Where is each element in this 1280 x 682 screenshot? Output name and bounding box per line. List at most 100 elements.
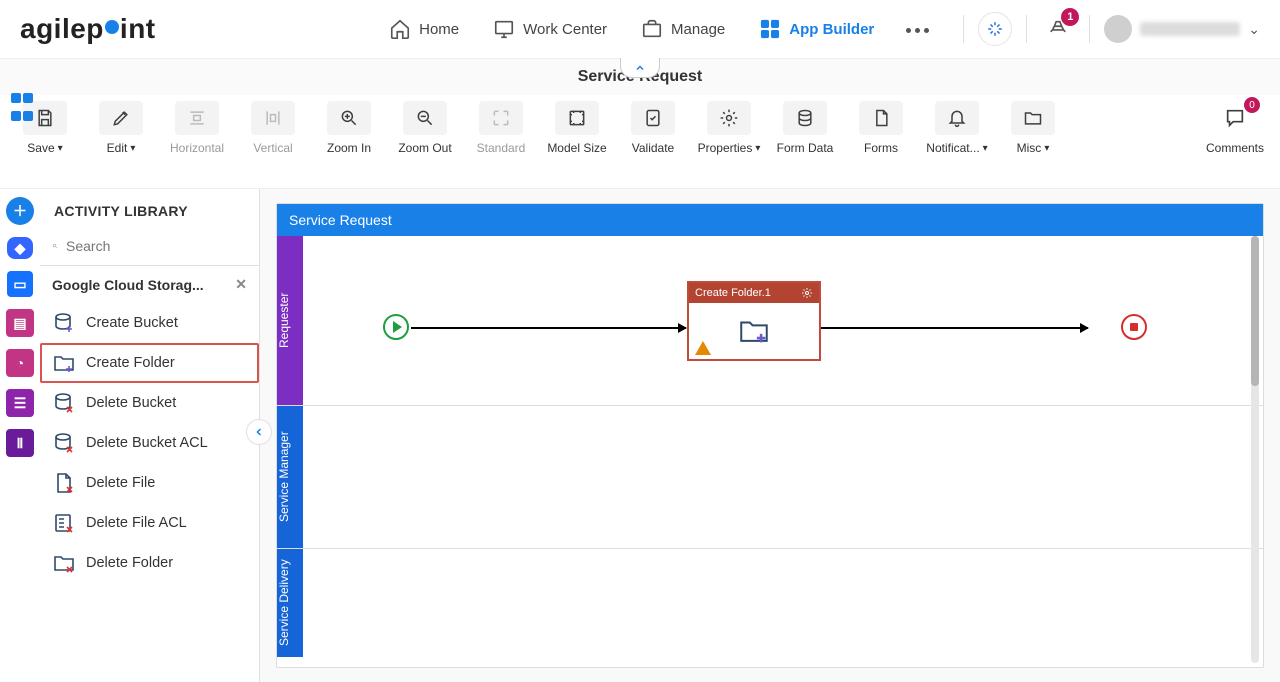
search-input[interactable] bbox=[66, 238, 247, 254]
activity-delete-file[interactable]: Delete File bbox=[40, 463, 259, 503]
swimlane-service-delivery[interactable]: Service Delivery bbox=[277, 549, 1263, 657]
tool-standard[interactable]: Standard bbox=[466, 101, 536, 155]
notifications-badge: 1 bbox=[1061, 8, 1079, 26]
activity-node-header: Create Folder.1 bbox=[689, 283, 819, 303]
nav-app-builder[interactable]: App Builder bbox=[745, 10, 888, 48]
sidebar-title: ACTIVITY LIBRARY bbox=[40, 189, 259, 233]
activity-delete-folder[interactable]: Delete Folder bbox=[40, 543, 259, 583]
tool-forms[interactable]: Forms bbox=[846, 101, 916, 155]
nav-home[interactable]: Home bbox=[375, 10, 473, 48]
rail-add-button[interactable]: ＋ bbox=[6, 197, 34, 225]
tool-notifications-label: Notificat...▾ bbox=[926, 141, 987, 155]
tool-form-data-label: Form Data bbox=[777, 141, 834, 155]
activity-label: Delete Bucket bbox=[86, 395, 176, 411]
tool-notifications[interactable]: Notificat...▾ bbox=[922, 101, 992, 155]
rail-chip-3[interactable]: ▭ bbox=[7, 271, 33, 297]
chevron-down-icon: ⌄ bbox=[1248, 21, 1260, 38]
process-canvas[interactable]: Service Request Requester Create Folder.… bbox=[276, 203, 1264, 668]
tool-form-data[interactable]: Form Data bbox=[770, 101, 840, 155]
tool-vertical[interactable]: Vertical bbox=[238, 101, 308, 155]
gear-icon[interactable] bbox=[801, 287, 813, 299]
folder-icon bbox=[1011, 101, 1055, 135]
sidebar-search bbox=[40, 233, 259, 266]
rail-chip-6[interactable]: ☰ bbox=[6, 389, 34, 417]
activity-sidebar: ACTIVITY LIBRARY Google Cloud Storag... … bbox=[40, 189, 260, 682]
nav-work-center[interactable]: Work Center bbox=[479, 10, 621, 48]
primary-nav: Home Work Center Manage App Builder 1 bbox=[375, 10, 1260, 48]
tool-properties[interactable]: Properties▾ bbox=[694, 101, 764, 155]
divider bbox=[1026, 15, 1027, 43]
tool-save-label: Save▾ bbox=[27, 141, 62, 155]
brand-text-b: int bbox=[120, 13, 156, 45]
nav-work-center-label: Work Center bbox=[523, 21, 607, 38]
nav-manage-label: Manage bbox=[671, 21, 725, 38]
category-rail: ＋ ◆ ▭ ▤ ◔ ☰ Ⅱ bbox=[0, 189, 40, 682]
activity-create-bucket[interactable]: Create Bucket bbox=[40, 303, 259, 343]
nav-more-button[interactable] bbox=[894, 12, 941, 46]
bell-icon bbox=[935, 101, 979, 135]
tool-horizontal-label: Horizontal bbox=[170, 141, 224, 155]
swimlane-requester[interactable]: Requester Create Folder.1 bbox=[277, 236, 1263, 406]
collapse-sidebar-button[interactable] bbox=[246, 419, 272, 445]
activity-label: Delete Bucket ACL bbox=[86, 435, 208, 451]
rail-chip-5[interactable]: ◔ bbox=[6, 349, 34, 377]
nav-right-cluster: 1 ⌄ bbox=[963, 12, 1260, 46]
apps-grid-button[interactable] bbox=[10, 91, 34, 127]
tool-zoom-in[interactable]: Zoom In bbox=[314, 101, 384, 155]
lane-content[interactable] bbox=[303, 406, 1263, 548]
divider bbox=[1089, 15, 1090, 43]
chevron-down-icon: ▾ bbox=[130, 143, 135, 154]
tool-edit[interactable]: Edit▾ bbox=[86, 101, 156, 155]
activity-create-folder[interactable]: Create Folder bbox=[40, 343, 259, 383]
notifications-button[interactable]: 1 bbox=[1041, 12, 1075, 46]
tool-misc-label: Misc▾ bbox=[1017, 141, 1050, 155]
rail-chip-7[interactable]: Ⅱ bbox=[6, 429, 34, 457]
end-node[interactable] bbox=[1121, 314, 1147, 340]
activity-delete-file-acl[interactable]: Delete File ACL bbox=[40, 503, 259, 543]
activity-label: Create Folder bbox=[86, 355, 175, 371]
activity-node-create-folder[interactable]: Create Folder.1 bbox=[687, 281, 821, 361]
tool-forms-label: Forms bbox=[864, 141, 898, 155]
tool-zoom-out[interactable]: Zoom Out bbox=[390, 101, 460, 155]
tool-edit-label: Edit▾ bbox=[107, 141, 136, 155]
rail-chip-2[interactable]: ◆ bbox=[7, 237, 33, 259]
lane-content[interactable] bbox=[303, 549, 1263, 657]
close-icon[interactable]: ✕ bbox=[235, 276, 247, 293]
scrollbar-track[interactable] bbox=[1251, 236, 1259, 663]
start-node[interactable] bbox=[383, 314, 409, 340]
align-vertical-icon bbox=[251, 101, 295, 135]
tool-validate[interactable]: Validate bbox=[618, 101, 688, 155]
brand-dot-icon bbox=[105, 20, 119, 34]
activity-node-body bbox=[689, 303, 819, 359]
tool-model-size-label: Model Size bbox=[547, 141, 606, 155]
tool-comments[interactable]: 0 Comments bbox=[1200, 101, 1270, 155]
nav-app-builder-label: App Builder bbox=[789, 21, 874, 38]
expand-handle[interactable] bbox=[620, 58, 660, 78]
scrollbar-thumb[interactable] bbox=[1251, 236, 1259, 386]
user-menu[interactable]: ⌄ bbox=[1104, 15, 1260, 43]
gear-icon bbox=[707, 101, 751, 135]
zoom-out-icon bbox=[403, 101, 447, 135]
search-icon bbox=[52, 237, 58, 255]
tool-misc[interactable]: Misc▾ bbox=[998, 101, 1068, 155]
lane-content[interactable]: Create Folder.1 bbox=[303, 236, 1263, 405]
edge-start-to-activity[interactable] bbox=[411, 327, 686, 329]
activity-label: Create Bucket bbox=[86, 315, 178, 331]
tool-standard-label: Standard bbox=[477, 141, 526, 155]
activity-node-title: Create Folder.1 bbox=[695, 287, 771, 299]
activity-label: Delete File bbox=[86, 475, 155, 491]
rail-chip-4[interactable]: ▤ bbox=[6, 309, 34, 337]
activity-delete-bucket-acl[interactable]: Delete Bucket ACL bbox=[40, 423, 259, 463]
swimlane-service-manager[interactable]: Service Manager bbox=[277, 406, 1263, 549]
sidebar-category[interactable]: Google Cloud Storag... ✕ bbox=[40, 266, 259, 303]
tool-zoom-in-label: Zoom In bbox=[327, 141, 371, 155]
tool-properties-label: Properties▾ bbox=[698, 141, 761, 155]
edge-activity-to-end[interactable] bbox=[821, 327, 1088, 329]
tool-model-size[interactable]: Model Size bbox=[542, 101, 612, 155]
tool-horizontal[interactable]: Horizontal bbox=[162, 101, 232, 155]
align-horizontal-icon bbox=[175, 101, 219, 135]
nav-manage[interactable]: Manage bbox=[627, 10, 739, 48]
tool-comments-label: Comments bbox=[1206, 141, 1264, 155]
activity-delete-bucket[interactable]: Delete Bucket bbox=[40, 383, 259, 423]
copilot-button[interactable] bbox=[978, 12, 1012, 46]
